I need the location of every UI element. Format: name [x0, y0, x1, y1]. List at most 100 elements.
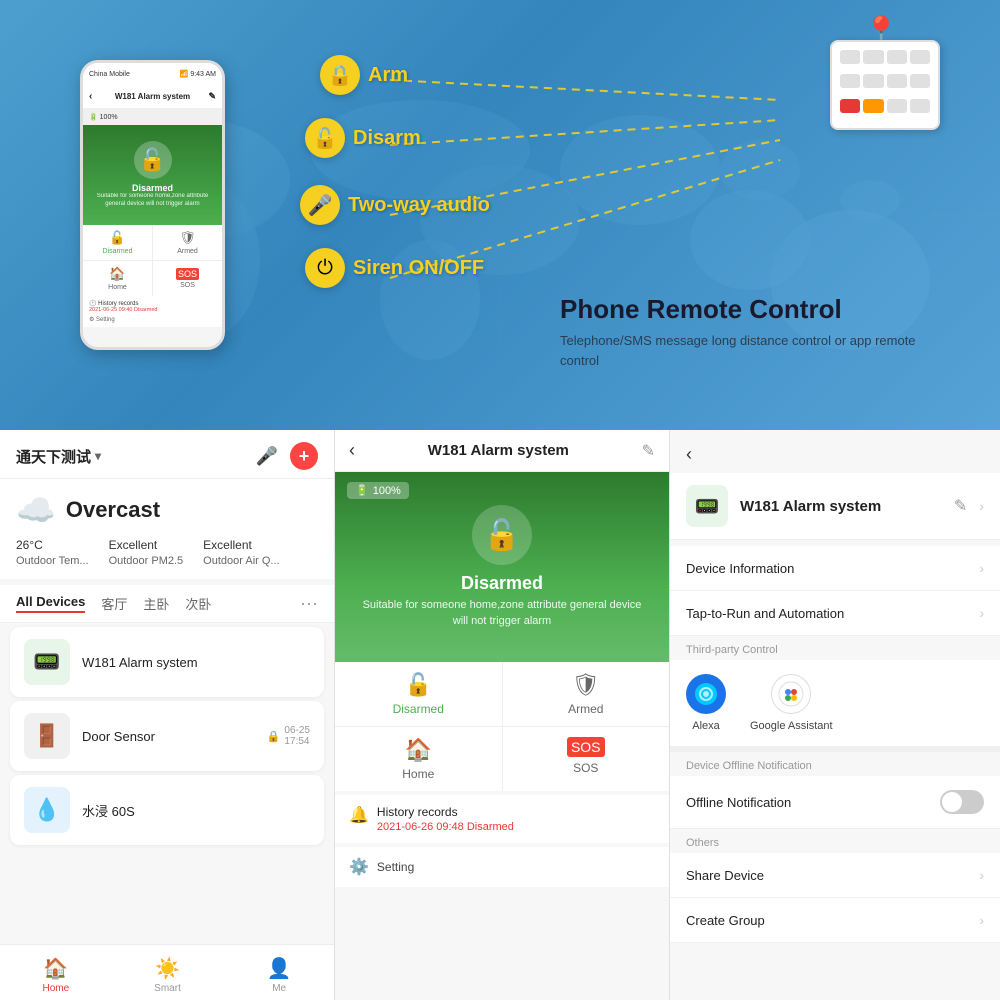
- history-title: History records: [377, 805, 514, 819]
- weather-section: ☁️ Overcast 26°C Outdoor Tem... Excellen…: [0, 479, 334, 579]
- settings-header: ‹: [670, 430, 1000, 473]
- tab-all-devices[interactable]: All Devices: [16, 594, 85, 613]
- tab-living-room[interactable]: 客厅: [101, 594, 127, 613]
- feature-arm: 🔒 Arm: [320, 55, 408, 95]
- settings-edit-button[interactable]: ✎: [954, 496, 967, 516]
- status-sublabel: Suitable for someone home,zone attribute…: [335, 598, 669, 629]
- phone-mockup: China Mobile 📶 9:43 AM ‹ W181 Alarm syst…: [80, 60, 225, 350]
- history-icon: 🔔: [349, 805, 369, 825]
- chevron-down-icon[interactable]: ▾: [95, 449, 101, 463]
- setting-section[interactable]: ⚙️ Setting: [335, 847, 669, 887]
- home-header-title: 通天下测试 ▾: [16, 446, 101, 467]
- device-thumb-door: 🚪: [24, 713, 70, 759]
- settings-device-name: W181 Alarm system: [740, 498, 942, 515]
- add-device-button[interactable]: +: [290, 442, 318, 470]
- chevron-right-icon: ›: [979, 912, 984, 928]
- google-assistant-item[interactable]: Google Assistant: [750, 674, 833, 732]
- alexa-item[interactable]: Alexa: [686, 674, 726, 732]
- settings-item-share[interactable]: Share Device ›: [670, 853, 1000, 898]
- home-nav-icon: 🏠: [43, 956, 68, 981]
- third-party-section-title: Third-party Control: [670, 636, 1000, 660]
- weather-label: Overcast: [66, 497, 160, 523]
- offline-section-title: Device Offline Notification: [670, 752, 1000, 776]
- panel-settings: ‹ 📟 W181 Alarm system ✎ › Device Informa…: [670, 430, 1000, 1000]
- settings-item-device-info[interactable]: Device Information ›: [670, 546, 1000, 591]
- device-image: [830, 40, 940, 130]
- air-stat: Excellent Outdoor Air Q...: [203, 537, 279, 569]
- list-item[interactable]: 🚪 Door Sensor 🔒 06-2517:54: [10, 701, 324, 771]
- list-item[interactable]: 📟 W181 Alarm system: [10, 627, 324, 697]
- smart-nav-icon: ☀️: [155, 956, 180, 981]
- home-icon: 🏠: [405, 737, 432, 763]
- tab-second-bedroom[interactable]: 次卧: [185, 594, 211, 613]
- home-button[interactable]: 🏠 Home: [335, 727, 502, 791]
- armed-button[interactable]: 🛡 Armed: [503, 662, 670, 726]
- list-item[interactable]: 💧 水浸 60S: [10, 775, 324, 845]
- settings-device-icon: 📟: [686, 485, 728, 527]
- third-party-section: Alexa Google Assistant: [670, 660, 1000, 752]
- offline-toggle[interactable]: [940, 790, 984, 814]
- nav-smart[interactable]: ☀️ Smart: [112, 952, 224, 994]
- cloud-icon: ☁️: [16, 491, 56, 529]
- tab-master-bedroom[interactable]: 主卧: [143, 594, 169, 613]
- chevron-right-icon: ›: [979, 605, 984, 621]
- others-section-title: Others: [670, 829, 1000, 853]
- panel-device-control: ‹ W181 Alarm system ✎ 🔋 100% 🔓 Disarmed …: [335, 430, 670, 1000]
- status-lock-icon: 🔓: [472, 505, 532, 565]
- device-name-door: Door Sensor: [82, 729, 155, 744]
- setting-label: Setting: [377, 860, 414, 874]
- disarm-button[interactable]: 🔓 Disarmed: [335, 662, 502, 726]
- control-grid: 🔓 Disarmed 🛡 Armed 🏠 Home SOS SOS: [335, 662, 669, 791]
- top-banner: China Mobile 📶 9:43 AM ‹ W181 Alarm syst…: [0, 0, 1000, 430]
- home-header: 通天下测试 ▾ 🎤 +: [0, 430, 334, 479]
- disarm-icon: 🔓: [405, 672, 432, 698]
- device-date-door: 🔒 06-2517:54: [267, 725, 310, 747]
- bottom-navigation: 🏠 Home ☀️ Smart 👤 Me: [0, 944, 335, 1000]
- battery-indicator: 🔋 100%: [347, 482, 409, 499]
- arm-icon: 🔒: [320, 55, 360, 95]
- promo-text-block: Phone Remote Control Telephone/SMS messa…: [560, 294, 940, 370]
- feature-two-way-audio: 🎤 Two-way audio: [300, 185, 490, 225]
- sos-button[interactable]: SOS SOS: [503, 727, 670, 791]
- pm25-stat: Excellent Outdoor PM2.5: [109, 537, 184, 569]
- google-assistant-icon: [771, 674, 811, 714]
- edit-icon[interactable]: ✎: [642, 441, 655, 461]
- feature-siren: ⏻ Siren ON/OFF: [305, 248, 484, 288]
- power-icon: ⏻: [305, 248, 345, 288]
- toggle-knob: [942, 792, 962, 812]
- device-name-water: 水浸 60S: [82, 801, 135, 820]
- device-control-header: ‹ W181 Alarm system ✎: [335, 430, 669, 472]
- back-icon[interactable]: ‹: [349, 440, 355, 461]
- nav-home[interactable]: 🏠 Home: [0, 952, 112, 994]
- shield-icon: 🛡: [572, 672, 600, 698]
- settings-item-offline[interactable]: Offline Notification: [670, 776, 1000, 829]
- temp-stat: 26°C Outdoor Tem...: [16, 537, 89, 569]
- settings-item-create-group[interactable]: Create Group ›: [670, 898, 1000, 943]
- alexa-icon: [686, 674, 726, 714]
- more-tabs-icon[interactable]: ···: [300, 593, 318, 614]
- history-section[interactable]: 🔔 History records 2021-06-26 09:48 Disar…: [335, 795, 669, 843]
- profile-nav-icon: 👤: [267, 956, 292, 981]
- device-name-alarm: W181 Alarm system: [82, 655, 198, 670]
- device-status-panel: 🔋 100% 🔓 Disarmed Suitable for someone h…: [335, 472, 669, 662]
- device-list: 📟 W181 Alarm system 🚪 Door Sensor 🔒 06-2…: [0, 627, 334, 909]
- status-label: Disarmed: [461, 573, 543, 594]
- microphone-icon: 🎤: [300, 185, 340, 225]
- microphone-icon[interactable]: 🎤: [256, 446, 278, 467]
- devices-filter-bar: All Devices 客厅 主卧 次卧 ···: [0, 585, 334, 623]
- settings-back-icon[interactable]: ‹: [686, 444, 692, 465]
- promo-title: Phone Remote Control: [560, 294, 940, 325]
- settings-item-automation[interactable]: Tap-to-Run and Automation ›: [670, 591, 1000, 636]
- disarm-icon: 🔓: [305, 118, 345, 158]
- device-control-title: W181 Alarm system: [428, 442, 569, 459]
- device-thumb-water: 💧: [24, 787, 70, 833]
- nav-me[interactable]: 👤 Me: [223, 952, 335, 994]
- chevron-right-icon: ›: [979, 498, 984, 514]
- chevron-right-icon: ›: [979, 867, 984, 883]
- feature-disarm: 🔓 Disarm: [305, 118, 421, 158]
- device-thumb-alarm: 📟: [24, 639, 70, 685]
- history-detail: 2021-06-26 09:48 Disarmed: [377, 821, 514, 833]
- panel-home: 通天下测试 ▾ 🎤 + ☁️ Overcast 26°C Outdoor Tem…: [0, 430, 335, 1000]
- chevron-right-icon: ›: [979, 560, 984, 576]
- promo-subtitle: Telephone/SMS message long distance cont…: [560, 331, 940, 370]
